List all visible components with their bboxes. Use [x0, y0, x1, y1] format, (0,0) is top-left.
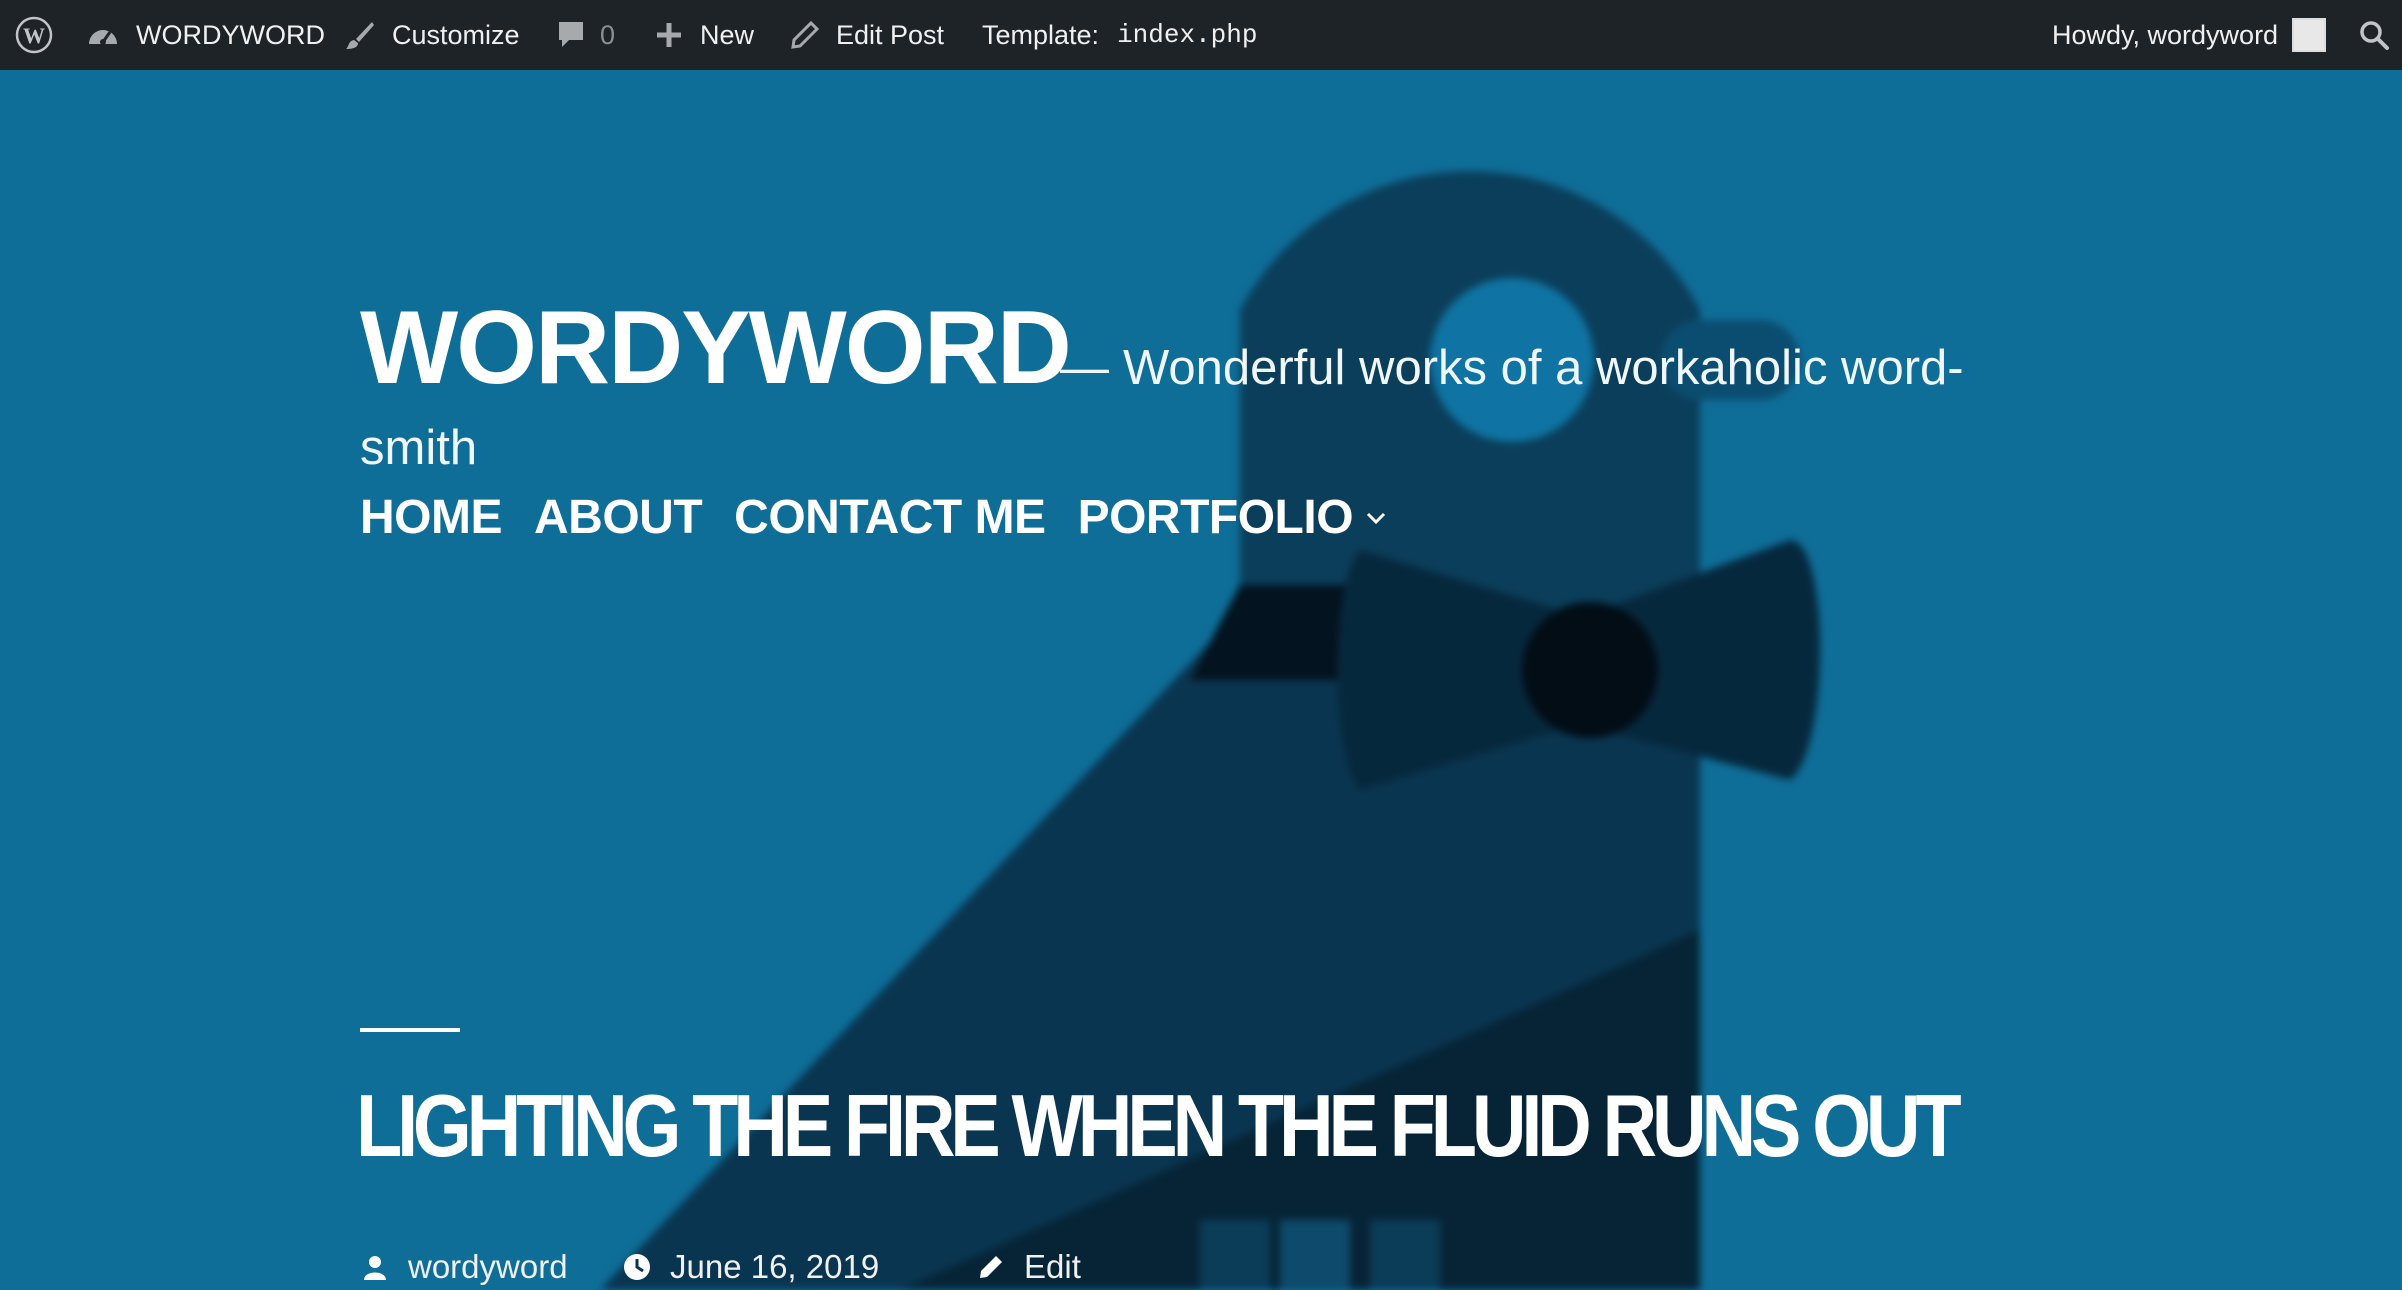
nav-item-about[interactable]: ABOUT: [534, 490, 703, 545]
nav-item-portfolio[interactable]: PORTFOLIO: [1078, 490, 1389, 545]
edit-post-button[interactable]: Edit Post: [790, 0, 944, 70]
date-text: June 16, 2019: [670, 1248, 880, 1285]
author-name: wordyword: [408, 1248, 568, 1285]
chevron-down-icon[interactable]: [1363, 505, 1389, 531]
clock-icon: [624, 1254, 650, 1280]
comment-bubble-icon: [559, 22, 583, 47]
nav-item-contact-me[interactable]: CONTACT ME: [734, 490, 1046, 545]
site-description: — Wonderful works of a workaholic word-sm…: [360, 328, 2060, 488]
template-file: index.php: [1117, 20, 1258, 50]
customize-label: Customize: [392, 19, 520, 50]
edit-label: Edit: [1024, 1248, 1081, 1285]
avatar: [2292, 18, 2327, 52]
post-date[interactable]: June 16, 2019: [622, 1248, 879, 1286]
site-name-menu[interactable]: WORDYWORD: [86, 0, 325, 70]
search-button[interactable]: [2358, 0, 2390, 70]
post-author[interactable]: wordyword: [360, 1248, 568, 1286]
howdy-label: Howdy, wordyword: [2052, 19, 2279, 50]
post-edit-link[interactable]: Edit: [976, 1248, 1081, 1286]
dashboard-icon: [89, 30, 117, 45]
wordpress-logo-button[interactable]: W: [14, 0, 54, 70]
svg-text:W: W: [23, 23, 45, 48]
admin-bar: W WORDYWORD Customize 0 New Edit Post Te…: [0, 0, 2402, 70]
plus-icon: [657, 23, 681, 47]
site-header: WORDYWORD — Wonderful works of a workahol…: [0, 70, 2402, 1290]
comments-button[interactable]: 0: [556, 0, 615, 70]
new-label: New: [700, 19, 755, 50]
account-menu[interactable]: Howdy, wordyword: [2052, 0, 2327, 70]
template-label: Template:: [982, 19, 1100, 50]
nav-item-home[interactable]: HOME: [360, 490, 503, 545]
search-icon: [2360, 21, 2389, 50]
post-title[interactable]: LIGHTING THE FIRE WHEN THE FLUID RUNS OU…: [356, 1082, 1962, 1170]
customize-button[interactable]: Customize: [344, 0, 520, 70]
site-name-label: WORDYWORD: [136, 19, 325, 50]
wordpress-logo-icon: W: [15, 16, 53, 54]
primary-nav: HOME ABOUT CONTACT ME PORTFOLIO: [360, 490, 1421, 545]
pencil-icon: [791, 20, 820, 49]
comments-count: 0: [600, 19, 616, 50]
person-icon: [364, 1256, 386, 1280]
pencil-icon: [980, 1256, 1002, 1278]
nav-item-portfolio-label: PORTFOLIO: [1077, 491, 1354, 544]
new-content-button[interactable]: New: [654, 0, 754, 70]
description-dash: —: [1060, 341, 1109, 395]
description-text: Wonderful works of a workaholic word-smi…: [360, 341, 1964, 475]
template-info[interactable]: Template: index.php: [982, 0, 1258, 70]
brush-icon: [346, 22, 374, 49]
edit-post-label: Edit Post: [836, 19, 945, 50]
title-separator: [360, 1028, 460, 1032]
